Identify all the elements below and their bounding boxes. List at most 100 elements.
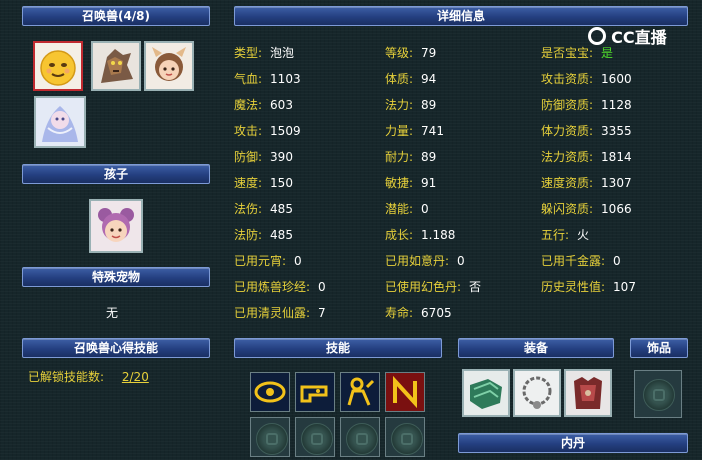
stat-row: 法伤: 485 bbox=[234, 200, 293, 218]
girl-pet-icon bbox=[146, 43, 192, 89]
stat-value: 0 bbox=[457, 254, 465, 268]
stat-value: 1128 bbox=[601, 98, 632, 112]
stat-row: 已用元宵: 0 bbox=[234, 252, 302, 270]
empty-skill-slot[interactable] bbox=[295, 417, 335, 457]
stat-label: 成长: bbox=[385, 228, 414, 242]
stat-label: 已使用幻色丹: bbox=[385, 280, 462, 294]
stat-label: 法防: bbox=[234, 228, 263, 242]
stat-value: 否 bbox=[469, 280, 482, 294]
pet-slot-dragon[interactable] bbox=[91, 41, 141, 91]
stat-value: 1509 bbox=[270, 124, 301, 138]
stat-value: 1.188 bbox=[421, 228, 456, 242]
pet-slot-girl[interactable] bbox=[144, 41, 194, 91]
heart-skill-header: 召唤兽心得技能 bbox=[22, 338, 210, 358]
skill-slot-eye[interactable] bbox=[250, 372, 290, 412]
stat-row: 力量: 741 bbox=[385, 122, 444, 140]
stat-label: 法伤: bbox=[234, 202, 263, 216]
unlocked-skills-label: 已解锁技能数: bbox=[28, 370, 105, 384]
stat-label: 已用千金露: bbox=[541, 254, 606, 268]
skill-slot-rune[interactable] bbox=[385, 372, 425, 412]
stat-value: 1600 bbox=[601, 72, 632, 86]
stat-value: 390 bbox=[270, 150, 293, 164]
stat-value: 1814 bbox=[601, 150, 632, 164]
stat-row: 五行: 火 bbox=[541, 226, 589, 244]
stat-row: 气血: 1103 bbox=[234, 70, 301, 88]
stat-row: 速度: 150 bbox=[234, 174, 293, 192]
stat-row: 攻击资质: 1600 bbox=[541, 70, 632, 88]
stat-value: 0 bbox=[318, 280, 326, 294]
stat-row: 防御资质: 1128 bbox=[541, 96, 632, 114]
eye-skill-icon bbox=[251, 373, 289, 411]
unlocked-skills-value[interactable]: 2/20 bbox=[122, 370, 149, 384]
stat-row: 法防: 485 bbox=[234, 226, 293, 244]
empty-skill-slot[interactable] bbox=[340, 417, 380, 457]
dragon-pet-icon bbox=[93, 43, 139, 89]
stat-value: 1103 bbox=[270, 72, 301, 86]
stat-label: 已用如意丹: bbox=[385, 254, 450, 268]
equip-slot-armor[interactable] bbox=[564, 369, 612, 417]
empty-slot-icon bbox=[391, 423, 423, 455]
child-slot[interactable] bbox=[89, 199, 143, 253]
pets-header: 召唤兽(4/8) bbox=[22, 6, 210, 26]
stat-row: 是否宝宝: 是 bbox=[541, 44, 613, 62]
special-pet-value: 无 bbox=[106, 306, 119, 320]
stat-row: 耐力: 89 bbox=[385, 148, 436, 166]
stat-label: 速度资质: bbox=[541, 176, 594, 190]
stat-row: 已用如意丹: 0 bbox=[385, 252, 465, 270]
equip-slot-necklace[interactable] bbox=[513, 369, 561, 417]
stat-label: 防御: bbox=[234, 150, 263, 164]
stat-value: 6705 bbox=[421, 306, 452, 320]
skill-slot-figure[interactable] bbox=[340, 372, 380, 412]
stat-value: 94 bbox=[421, 72, 437, 86]
core-header: 内丹 bbox=[458, 433, 688, 453]
stat-row: 类型: 泡泡 bbox=[234, 44, 294, 62]
stat-row: 速度资质: 1307 bbox=[541, 174, 632, 192]
pet-slot-bubble[interactable] bbox=[33, 41, 83, 91]
stat-label: 速度: bbox=[234, 176, 263, 190]
stat-label: 类型: bbox=[234, 46, 263, 60]
accessory-slot[interactable] bbox=[634, 370, 682, 418]
stat-value: 741 bbox=[421, 124, 444, 138]
stat-row: 成长: 1.188 bbox=[385, 226, 455, 244]
empty-slot-icon bbox=[301, 423, 333, 455]
stat-value: 是 bbox=[601, 46, 614, 60]
stat-row: 已用炼兽珍经: 0 bbox=[234, 278, 326, 296]
stat-value: 3355 bbox=[601, 124, 632, 138]
stat-value: 0 bbox=[613, 254, 621, 268]
empty-skill-slot[interactable] bbox=[385, 417, 425, 457]
stat-label: 已用清灵仙露: bbox=[234, 306, 311, 320]
horn-skill-icon bbox=[296, 373, 334, 411]
stat-label: 历史灵性值: bbox=[541, 280, 606, 294]
pet-slot-spirit[interactable] bbox=[34, 96, 86, 148]
stat-row: 体力资质: 3355 bbox=[541, 122, 632, 140]
stat-row: 潜能: 0 bbox=[385, 200, 429, 218]
child-header: 孩子 bbox=[22, 164, 210, 184]
empty-skill-slot[interactable] bbox=[250, 417, 290, 457]
spirit-pet-icon bbox=[36, 98, 84, 146]
stat-label: 攻击: bbox=[234, 124, 263, 138]
cc-logo-icon bbox=[588, 27, 606, 45]
stat-row: 魔法: 603 bbox=[234, 96, 293, 114]
stat-label: 防御资质: bbox=[541, 98, 594, 112]
skill-slot-horn[interactable] bbox=[295, 372, 335, 412]
stat-label: 等级: bbox=[385, 46, 414, 60]
stat-value: 603 bbox=[270, 98, 293, 112]
stat-value: 0 bbox=[421, 202, 429, 216]
cc-live-watermark: CC直播 bbox=[588, 24, 667, 47]
stat-label: 寿命: bbox=[385, 306, 414, 320]
stat-value: 1307 bbox=[601, 176, 632, 190]
stat-label: 魔法: bbox=[234, 98, 263, 112]
empty-slot-icon bbox=[643, 379, 675, 411]
stat-label: 气血: bbox=[234, 72, 263, 86]
armor-plate-icon bbox=[464, 371, 508, 415]
stat-value: 150 bbox=[270, 176, 293, 190]
stat-label: 法力资质: bbox=[541, 150, 594, 164]
stat-label: 耐力: bbox=[385, 150, 414, 164]
stat-row: 躲闪资质: 1066 bbox=[541, 200, 632, 218]
stat-label: 体质: bbox=[385, 72, 414, 86]
stat-label: 力量: bbox=[385, 124, 414, 138]
special-pet-header: 特殊宠物 bbox=[22, 267, 210, 287]
equip-slot-armor-plate[interactable] bbox=[462, 369, 510, 417]
stat-row: 已用清灵仙露: 7 bbox=[234, 304, 326, 322]
child-icon bbox=[91, 201, 141, 251]
